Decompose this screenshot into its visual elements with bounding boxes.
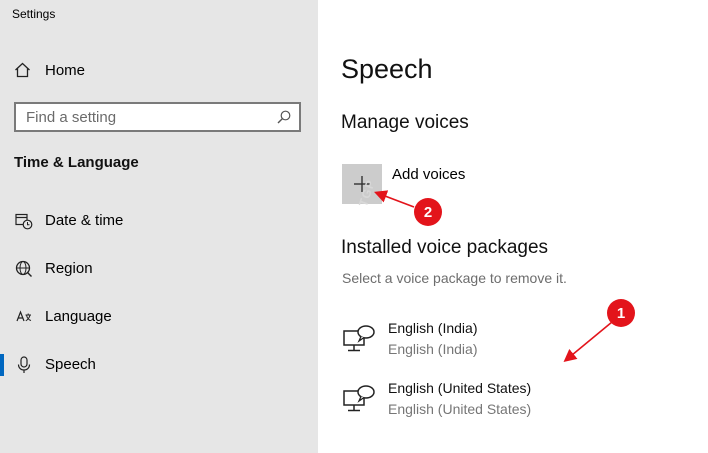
add-voices-label[interactable]: Add voices [392, 166, 465, 183]
sidebar-item-label: Region [45, 260, 93, 277]
sidebar: Settings Home Find a setting Time & Lang… [0, 0, 318, 453]
calendar-clock-icon [15, 213, 33, 230]
installed-voices-heading: Installed voice packages [341, 237, 549, 258]
selected-indicator [0, 354, 4, 376]
plus-icon [354, 176, 370, 192]
sidebar-item-label: Speech [45, 356, 96, 373]
page-title: Speech [341, 54, 433, 84]
home-icon [15, 62, 30, 78]
voice-name: English (India) [388, 320, 478, 336]
voice-package-icon [343, 325, 375, 352]
sidebar-item-language[interactable]: Language [0, 302, 318, 332]
sidebar-item-speech[interactable]: Speech [0, 350, 318, 380]
language-icon [16, 310, 32, 322]
voice-subtitle: English (United States) [388, 401, 532, 417]
section-title: Time & Language [14, 154, 139, 171]
microphone-icon [17, 356, 31, 373]
sidebar-item-label: Date & time [45, 212, 124, 229]
home-nav-item[interactable]: Home [14, 59, 85, 81]
voice-name: English (United States) [388, 380, 532, 396]
home-label: Home [45, 61, 86, 79]
search-placeholder: Find a setting [26, 109, 117, 126]
sidebar-item-date-time[interactable]: Date & time [0, 206, 318, 236]
add-voices-button[interactable] [342, 164, 382, 204]
globe-icon [15, 260, 32, 277]
installed-voices-hint: Select a voice package to remove it. [342, 270, 567, 286]
voice-package-item[interactable]: English (India) English (India) [342, 320, 602, 366]
sidebar-item-label: Language [45, 308, 112, 325]
sidebar-item-region[interactable]: Region [0, 254, 318, 284]
manage-voices-heading: Manage voices [341, 112, 469, 133]
main-content: Speech Manage voices Add voices Installe… [318, 0, 708, 453]
search-input[interactable]: Find a setting [14, 102, 301, 132]
search-icon[interactable] [277, 110, 291, 124]
voice-package-item[interactable]: English (United States) English (United … [342, 380, 602, 426]
window-title: Settings [12, 7, 56, 21]
voice-subtitle: English (India) [388, 341, 478, 357]
voice-package-icon [343, 385, 375, 412]
